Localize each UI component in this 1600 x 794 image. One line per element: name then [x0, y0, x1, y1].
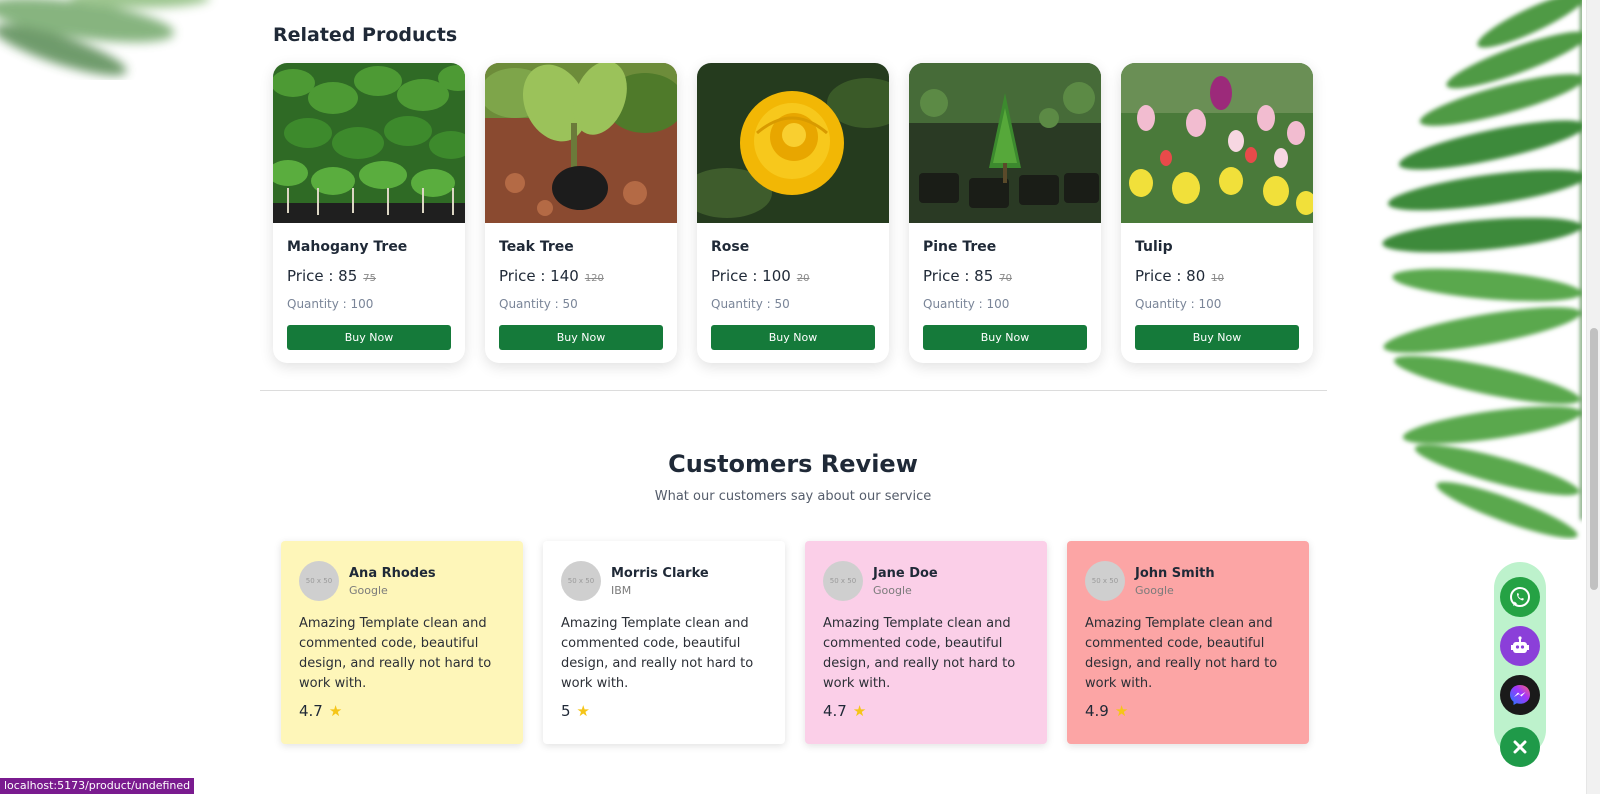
product-old-price: 20 [796, 273, 810, 284]
scrollbar-thumb[interactable] [1590, 328, 1598, 590]
review-card: 50 x 50 Ana Rhodes Google Amazing Templa… [281, 541, 523, 744]
close-icon [1513, 740, 1527, 754]
rating-value: 4.7 [823, 702, 847, 720]
review-card: 50 x 50 Morris Clarke IBM Amazing Templa… [543, 541, 785, 744]
rating-value: 4.9 [1085, 702, 1109, 720]
review-text: Amazing Template clean and commented cod… [561, 616, 754, 691]
product-price: Price : 85 [923, 267, 994, 285]
review-rating: 4.9 ★ [1085, 702, 1291, 720]
leaf-decoration-top-left [0, 0, 209, 76]
product-card[interactable]: Tulip Price : 80 10 Quantity : 100 Buy N… [1121, 63, 1313, 363]
review-text: Amazing Template clean and commented cod… [823, 616, 1016, 691]
product-old-price: 75 [363, 273, 377, 284]
review-rating: 5 ★ [561, 702, 767, 720]
product-quantity: Quantity : 100 [1135, 297, 1222, 311]
reviewer-company: Google [873, 583, 912, 597]
reviewer-name: Morris Clarke [611, 565, 709, 581]
reviews-heading: Customers Review [668, 450, 918, 478]
floating-contact-panel [1494, 562, 1546, 767]
buy-now-button[interactable]: Buy Now [711, 325, 875, 350]
review-text: Amazing Template clean and commented cod… [299, 616, 492, 691]
buy-now-button[interactable]: Buy Now [499, 325, 663, 350]
review-rating: 4.7 ★ [823, 702, 1029, 720]
product-quantity: Quantity : 50 [499, 297, 578, 311]
star-icon: ★ [328, 702, 343, 720]
avatar: 50 x 50 [299, 561, 339, 601]
product-card[interactable]: Pine Tree Price : 85 70 Quantity : 100 B… [909, 63, 1101, 363]
product-old-price: 120 [584, 273, 604, 284]
chatbot-button[interactable] [1500, 626, 1540, 666]
product-name: Mahogany Tree [287, 239, 408, 255]
product-quantity: Quantity : 100 [287, 297, 374, 311]
avatar: 50 x 50 [561, 561, 601, 601]
reviewer-company: Google [349, 583, 388, 597]
product-price: Price : 80 [1135, 267, 1206, 285]
product-card[interactable]: Teak Tree Price : 140 120 Quantity : 50 … [485, 63, 677, 363]
close-panel-button[interactable] [1500, 727, 1540, 767]
whatsapp-icon [1510, 587, 1530, 607]
product-card[interactable]: Mahogany Tree Price : 85 75 Quantity : 1… [273, 63, 465, 363]
product-image-mahogany[interactable] [273, 63, 465, 223]
messenger-icon [1510, 685, 1530, 705]
product-name: Teak Tree [499, 239, 574, 255]
whatsapp-button[interactable] [1500, 577, 1540, 617]
product-image-tulip[interactable] [1121, 63, 1313, 223]
product-image-teak[interactable] [485, 63, 677, 223]
review-text: Amazing Template clean and commented cod… [1085, 616, 1278, 691]
product-card[interactable]: Rose Price : 100 20 Quantity : 50 Buy No… [697, 63, 889, 363]
reviews-list: 50 x 50 Ana Rhodes Google Amazing Templa… [281, 541, 1309, 744]
product-price: Price : 85 [287, 267, 358, 285]
star-icon: ★ [852, 702, 867, 720]
robot-icon [1511, 636, 1529, 653]
review-card: 50 x 50 John Smith Google Amazing Templa… [1067, 541, 1309, 744]
star-icon: ★ [1114, 702, 1129, 720]
product-image-pine[interactable] [909, 63, 1101, 223]
avatar: 50 x 50 [823, 561, 863, 601]
review-card: 50 x 50 Jane Doe Google Amazing Template… [805, 541, 1047, 744]
avatar: 50 x 50 [1085, 561, 1125, 601]
product-price: Price : 140 [499, 267, 579, 285]
product-old-price: 10 [1211, 273, 1225, 284]
product-name: Pine Tree [923, 239, 997, 255]
reviewer-company: Google [1135, 583, 1174, 597]
reviewer-name: Jane Doe [873, 565, 938, 581]
reviewer-name: Ana Rhodes [349, 565, 436, 581]
rating-value: 4.7 [299, 702, 323, 720]
vertical-scrollbar[interactable] [1586, 0, 1600, 794]
link-status-bar: localhost:5173/product/undefined [0, 778, 195, 794]
product-name: Tulip [1135, 239, 1173, 255]
messenger-button[interactable] [1500, 675, 1540, 715]
buy-now-button[interactable]: Buy Now [1135, 325, 1299, 350]
product-name: Rose [711, 239, 750, 255]
buy-now-button[interactable]: Buy Now [923, 325, 1087, 350]
product-quantity: Quantity : 50 [711, 297, 790, 311]
reviewer-company: IBM [611, 583, 632, 597]
star-icon: ★ [576, 702, 590, 720]
product-old-price: 70 [999, 273, 1013, 284]
review-rating: 4.7 ★ [299, 702, 505, 720]
product-image-rose[interactable] [697, 63, 889, 223]
section-divider [260, 390, 1327, 391]
related-products-list: Mahogany Tree Price : 85 75 Quantity : 1… [273, 63, 1313, 363]
product-quantity: Quantity : 100 [923, 297, 1010, 311]
buy-now-button[interactable]: Buy Now [287, 325, 451, 350]
rating-value: 5 [561, 702, 571, 720]
product-price: Price : 100 [711, 267, 791, 285]
reviewer-name: John Smith [1135, 565, 1215, 581]
reviews-subtitle: What our customers say about our service [654, 489, 932, 504]
related-products-heading: Related Products [273, 24, 458, 46]
